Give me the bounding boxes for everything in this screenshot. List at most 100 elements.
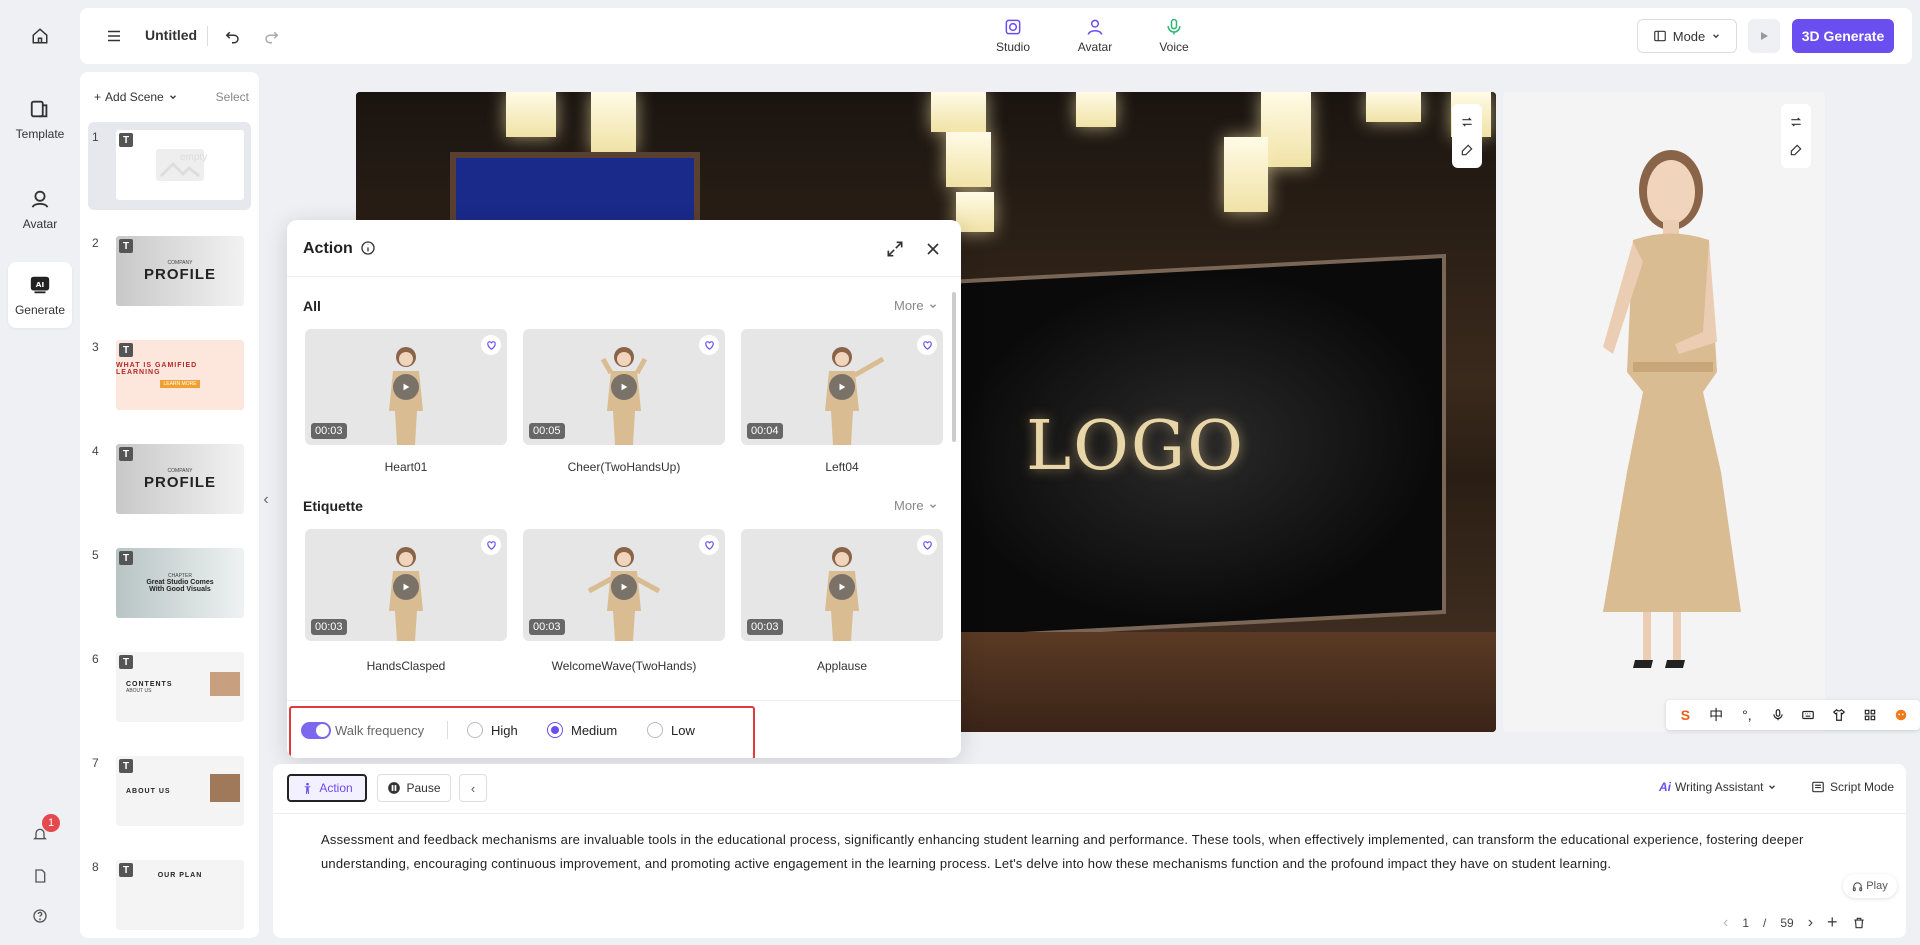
notification-bell-icon[interactable]: 1 [26, 814, 60, 848]
script-textarea[interactable]: Assessment and feedback mechanisms are i… [321, 828, 1881, 876]
home-icon[interactable] [26, 22, 54, 50]
microphone-icon[interactable] [1767, 704, 1789, 726]
radio-circle [647, 722, 663, 738]
collapse-panel-button[interactable]: ‹ [259, 480, 273, 520]
play-icon[interactable] [829, 374, 855, 400]
chevron-down-icon [1713, 34, 1720, 39]
play-icon[interactable] [393, 574, 419, 600]
add-scene-label: Add Scene [105, 90, 164, 104]
menu-icon[interactable] [100, 22, 128, 50]
add-scene-button[interactable]: + Add Scene [94, 90, 178, 104]
scene-item[interactable]: 1 T empty [88, 122, 251, 210]
swap-icon[interactable] [1460, 115, 1474, 129]
section-etiquette-more[interactable]: More [894, 498, 938, 513]
heart-icon[interactable] [699, 535, 719, 555]
keyboard-icon[interactable] [1797, 704, 1819, 726]
ime-chinese-mode[interactable]: 中 [1705, 704, 1727, 726]
nav-avatar[interactable]: Avatar [8, 176, 72, 242]
close-icon[interactable] [923, 239, 943, 259]
insert-pause-button[interactable]: Pause [377, 774, 451, 802]
heart-icon[interactable] [917, 535, 937, 555]
ime-logo-icon[interactable]: S [1674, 704, 1696, 726]
play-script-button[interactable]: Play [1843, 874, 1897, 898]
add-page-icon[interactable]: + [1827, 912, 1838, 933]
expand-icon[interactable] [885, 239, 905, 259]
trash-icon[interactable] [1852, 916, 1866, 930]
action-card-applause[interactable]: 00:03 [741, 529, 943, 641]
scene-item[interactable]: 5 T CHAPTER Great Studio Comes With Good… [88, 540, 251, 628]
section-all-more[interactable]: More [894, 298, 938, 313]
scene-item[interactable]: 4 T COMPANY PROFILE [88, 436, 251, 524]
preview-play-button[interactable] [1748, 19, 1780, 53]
text-layer-icon: T [119, 551, 133, 565]
action-card-welcomewave[interactable]: 00:03 [523, 529, 725, 641]
radio-low[interactable]: Low [647, 722, 695, 738]
select-scenes-button[interactable]: Select [216, 90, 249, 104]
chevron-left-icon[interactable]: ‹ [459, 774, 487, 802]
heart-icon[interactable] [699, 335, 719, 355]
chevron-left-icon[interactable]: ‹ [1723, 914, 1728, 932]
heart-icon[interactable] [481, 335, 501, 355]
mode-dropdown[interactable]: Mode [1637, 19, 1737, 53]
fox-mascot-icon[interactable] [1890, 704, 1912, 726]
dialog-scrollbar[interactable] [952, 292, 956, 442]
action-card-handsclasped[interactable]: 00:03 [305, 529, 507, 641]
edit-icon[interactable] [1460, 143, 1474, 157]
document-title[interactable]: Untitled [145, 27, 197, 43]
undo-icon[interactable] [218, 22, 246, 50]
ime-punctuation[interactable]: °, [1736, 704, 1758, 726]
tab-avatar[interactable]: Avatar [1065, 17, 1125, 54]
help-icon[interactable] [26, 902, 54, 930]
nav-generate[interactable]: AI Generate [8, 262, 72, 328]
radio-high[interactable]: High [467, 722, 518, 738]
radio-medium[interactable]: Medium [547, 722, 617, 738]
text-layer-icon: T [119, 447, 133, 461]
script-divider [273, 813, 1906, 814]
action-dialog: Action All More 00:03 Heart01 00:05 Chee… [287, 220, 961, 758]
nav-generate-label: Generate [14, 303, 66, 317]
action-card-heart01[interactable]: 00:03 [305, 329, 507, 445]
scene-item[interactable]: 7 T ABOUT US [88, 748, 251, 836]
walk-frequency-toggle[interactable] [301, 722, 331, 739]
action-card-label: Left04 [825, 460, 859, 474]
tab-voice[interactable]: Voice [1144, 17, 1204, 54]
scene-item[interactable]: 6 T CONTENTS ABOUT US [88, 644, 251, 732]
play-icon[interactable] [611, 374, 637, 400]
play-script-label: Play [1866, 880, 1888, 892]
action-card-left04[interactable]: 00:04 [741, 329, 943, 445]
play-icon[interactable] [611, 574, 637, 600]
insert-action-button[interactable]: Action [287, 774, 367, 802]
action-card-label: Cheer(TwoHandsUp) [567, 460, 681, 474]
3d-generate-button[interactable]: 3D Generate [1792, 19, 1894, 53]
radio-circle-selected [547, 722, 563, 738]
shirt-icon[interactable] [1828, 704, 1850, 726]
left-navigation: Template Avatar AI Generate 1 [0, 0, 80, 945]
lantern-light [591, 92, 636, 152]
avatar-figure[interactable] [1503, 92, 1825, 732]
redo-icon[interactable] [258, 22, 286, 50]
grid-icon[interactable] [1859, 704, 1881, 726]
action-card-cheer[interactable]: 00:05 [523, 329, 725, 445]
nav-template[interactable]: Template [8, 86, 72, 152]
scene-thumb-title: ABOUT US [126, 787, 171, 795]
heart-icon[interactable] [481, 535, 501, 555]
heart-icon[interactable] [917, 335, 937, 355]
top-bar: Untitled Studio Avatar Voice Mode 3D Gen… [80, 8, 1912, 64]
info-icon[interactable] [360, 240, 376, 256]
writing-assistant-dropdown[interactable]: Ai Writing Assistant [1659, 780, 1777, 794]
scene-item[interactable]: 2 T COMPANY PROFILE [88, 228, 251, 316]
play-icon[interactable] [393, 374, 419, 400]
scene-thumbnail: T CHAPTER Great Studio Comes With Good V… [116, 548, 244, 618]
action-card-label: Applause [816, 659, 868, 673]
lantern-light [1076, 92, 1116, 127]
script-mode-button[interactable]: Script Mode [1811, 780, 1894, 794]
tab-studio[interactable]: Studio [983, 17, 1043, 54]
scene-item[interactable]: 8 T OUR PLAN [88, 852, 251, 938]
play-icon[interactable] [829, 574, 855, 600]
document-icon[interactable] [26, 862, 54, 890]
page-current[interactable]: 1 [1742, 916, 1749, 930]
chevron-right-icon[interactable]: › [1808, 914, 1813, 932]
scene-item[interactable]: 3 T WHAT IS GAMIFIED LEARNING LEARN MORE [88, 332, 251, 420]
pause-button-label: Pause [406, 781, 441, 795]
nav-template-label: Template [15, 127, 65, 141]
